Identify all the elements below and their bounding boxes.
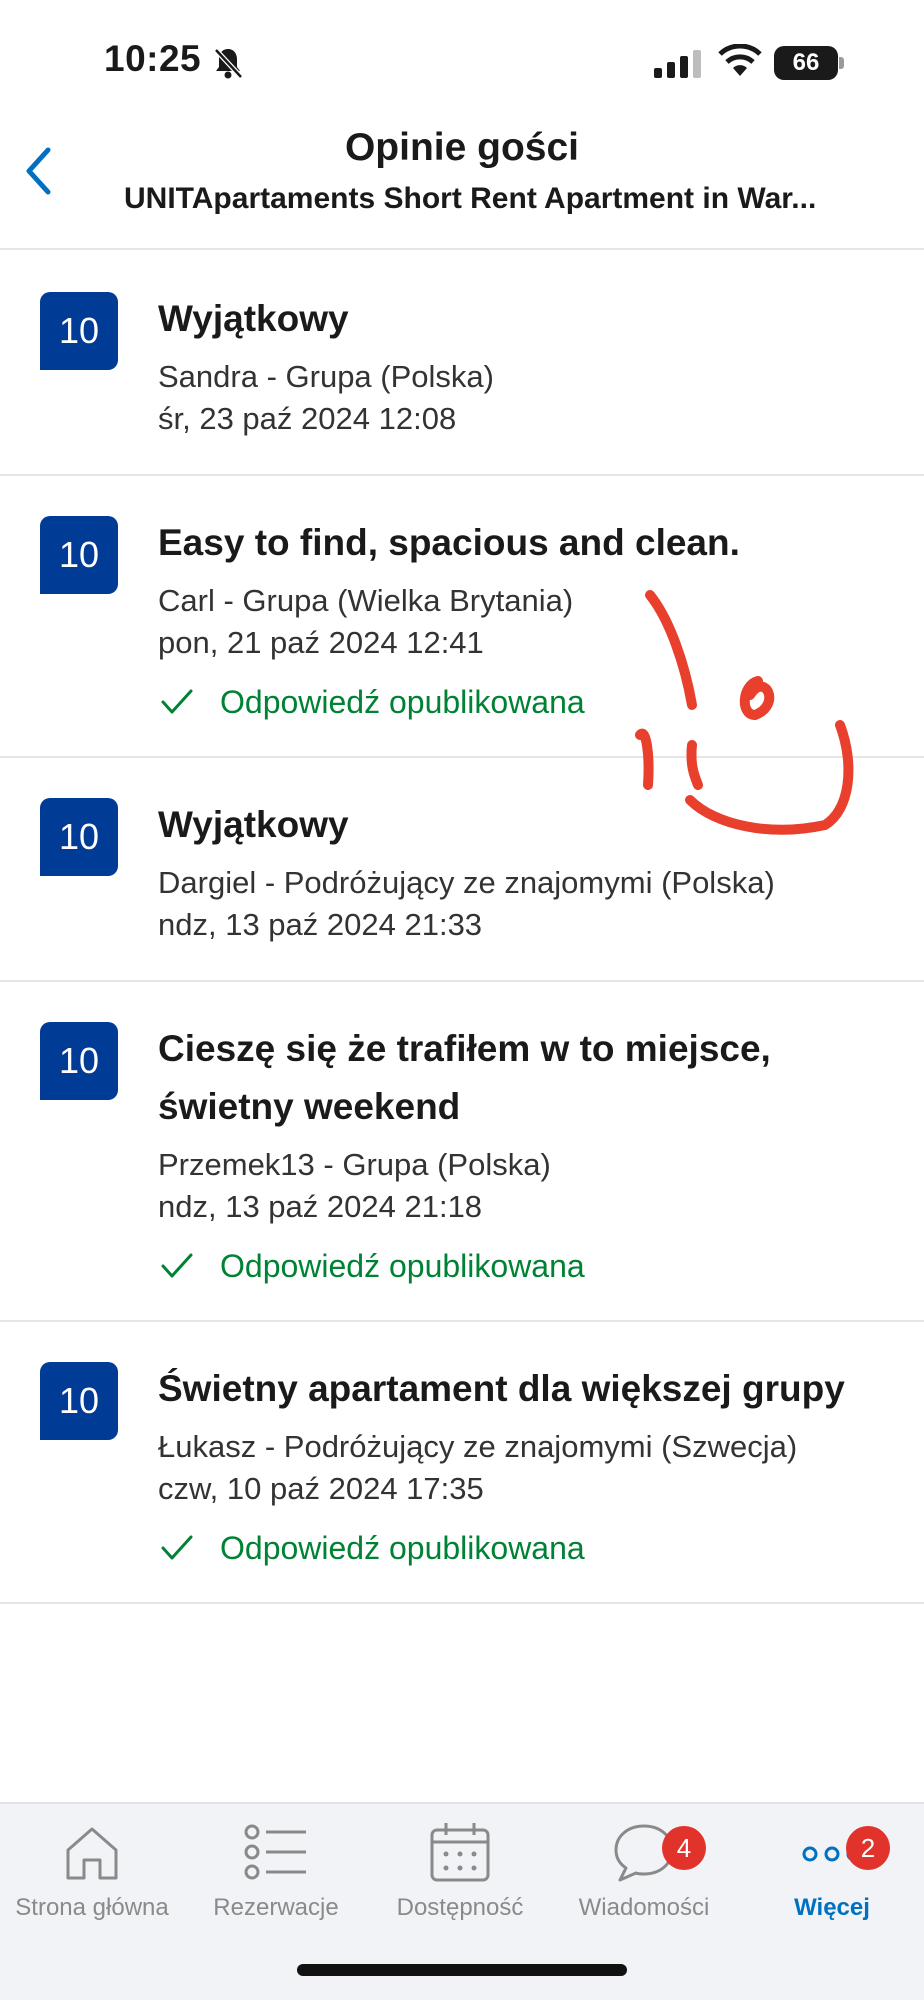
list-icon (244, 1824, 306, 1880)
response-label: Odpowiedź opublikowana (220, 684, 585, 720)
review-item[interactable]: 10 Wyjątkowy Sandra - Grupa (Polska) śr,… (0, 252, 924, 476)
property-name: UNITApartaments Short Rent Apartment in … (124, 182, 817, 215)
review-date: ndz, 13 paź 2024 21:33 (158, 907, 483, 942)
review-author: Łukasz - Podróżujący ze znajomymi (Szwec… (158, 1429, 798, 1464)
signal-icon (654, 50, 701, 78)
home-indicator (297, 1964, 627, 1976)
response-status: Odpowiedź opublikowana (158, 682, 894, 722)
review-title: Cieszę się że trafiłem w to miejsce, świ… (158, 1028, 771, 1127)
review-item[interactable]: 10 Wyjątkowy Dargiel - Podróżujący ze zn… (0, 758, 924, 982)
calendar-icon (430, 1823, 490, 1882)
page-title: Opinie gości (344, 126, 580, 169)
review-title: Świetny apartament dla większej grupy (158, 1368, 845, 1409)
reviews-list: 10 Wyjątkowy Sandra - Grupa (Polska) śr,… (0, 252, 924, 1604)
status-bar: 10:25 66 (0, 0, 924, 120)
tab-label: Strona główna (15, 1894, 169, 1921)
tab-reservations[interactable]: Rezerwacje (184, 1820, 368, 1940)
home-icon (66, 1827, 118, 1880)
review-date: śr, 23 paź 2024 12:08 (158, 401, 457, 436)
review-date: pon, 21 paź 2024 12:41 (158, 625, 484, 660)
review-author: Carl - Grupa (Wielka Brytania) (158, 583, 574, 618)
tab-availability[interactable]: Dostępność (368, 1820, 552, 1940)
review-author: Dargiel - Podróżujący ze znajomymi (Pols… (158, 865, 775, 900)
notification-badge: 4 (662, 1826, 706, 1870)
response-status: Odpowiedź opublikowana (158, 1246, 894, 1286)
score-badge: 10 (40, 292, 118, 370)
response-label: Odpowiedź opublikowana (220, 1248, 585, 1284)
tab-home[interactable]: Strona główna (0, 1820, 184, 1940)
tab-label: Wiadomości (578, 1894, 710, 1921)
review-item[interactable]: 10 Cieszę się że trafiłem w to miejsce, … (0, 982, 924, 1322)
wifi-icon (718, 44, 762, 76)
tab-label: Rezerwacje (213, 1894, 339, 1921)
checkmark-icon (161, 1535, 193, 1560)
tab-more[interactable]: Więcej 2 (740, 1820, 924, 1940)
checkmark-icon (161, 689, 193, 714)
review-item[interactable]: 10 Świetny apartament dla większej grupy… (0, 1322, 924, 1604)
tab-label: Więcej (794, 1894, 870, 1921)
review-title: Easy to find, spacious and clean. (158, 522, 740, 563)
battery-icon: 66 (774, 46, 844, 80)
response-status: Odpowiedź opublikowana (158, 1528, 894, 1568)
review-date: czw, 10 paź 2024 17:35 (158, 1471, 484, 1506)
review-date: ndz, 13 paź 2024 21:18 (158, 1189, 483, 1224)
review-title: Wyjątkowy (158, 298, 349, 339)
review-title: Wyjątkowy (158, 804, 349, 845)
review-author: Sandra - Grupa (Polska) (158, 359, 494, 394)
notification-badge: 2 (846, 1826, 890, 1870)
bell-slash-icon (214, 48, 243, 79)
page-header: Opinie gości UNITApartaments Short Rent … (0, 120, 924, 250)
tab-label: Dostępność (396, 1894, 524, 1921)
score-badge: 10 (40, 1022, 118, 1100)
response-label: Odpowiedź opublikowana (220, 1530, 585, 1566)
review-author: Przemek13 - Grupa (Polska) (158, 1147, 551, 1182)
tab-messages[interactable]: Wiadomości 4 (552, 1820, 736, 1940)
score-badge: 10 (40, 516, 118, 594)
checkmark-icon (161, 1253, 193, 1278)
score-badge: 10 (40, 798, 118, 876)
battery-level: 66 (774, 46, 838, 80)
score-badge: 10 (40, 1362, 118, 1440)
status-time: 10:25 (104, 38, 202, 79)
review-item[interactable]: 10 Easy to find, spacious and clean. Car… (0, 476, 924, 758)
